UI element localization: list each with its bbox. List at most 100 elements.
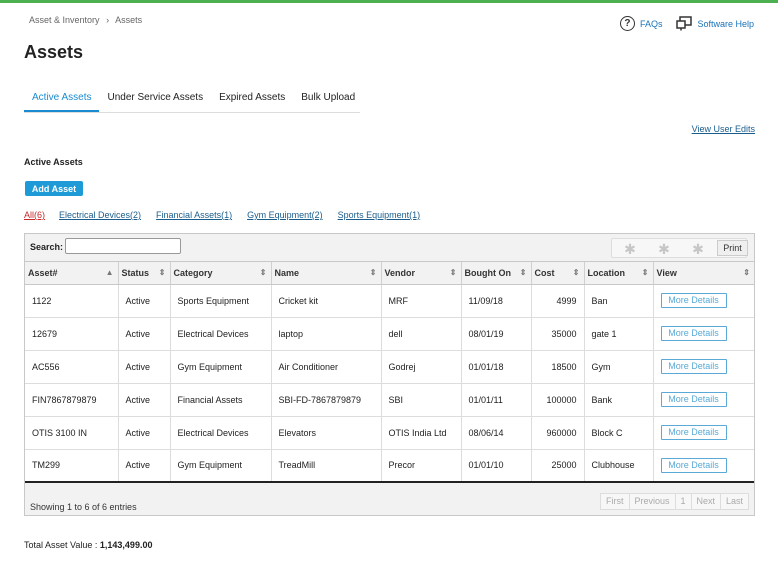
cell-status: Active bbox=[118, 449, 171, 483]
cell-vendor: OTIS India Ltd bbox=[381, 416, 462, 450]
search-input[interactable] bbox=[65, 238, 181, 254]
cell-vendor: SBI bbox=[381, 383, 462, 417]
more-details-button[interactable]: More Details bbox=[660, 359, 727, 374]
column-header-bought-on[interactable]: Bought On ⇕ bbox=[461, 262, 532, 285]
more-details-button[interactable]: More Details bbox=[660, 392, 727, 407]
puzzle-icon[interactable]: ✱ bbox=[656, 242, 672, 256]
total-asset-value: Total Asset Value : 1,143,499.00 bbox=[24, 540, 152, 550]
more-details-button[interactable]: More Details bbox=[660, 326, 727, 341]
search-label: Search: bbox=[30, 242, 64, 252]
cell-cost: 25000 bbox=[531, 449, 585, 483]
cell-view: More Details bbox=[653, 449, 754, 483]
tab-expired-assets[interactable]: Expired Assets bbox=[211, 88, 293, 112]
cell-asset-number: TM299 bbox=[25, 449, 119, 483]
total-value: 1,143,499.00 bbox=[99, 540, 153, 550]
grid-footer: Showing 1 to 6 of 6 entries First Previo… bbox=[25, 490, 754, 515]
software-help-icon bbox=[676, 16, 693, 31]
print-button[interactable]: Print bbox=[717, 240, 748, 256]
column-header-cost[interactable]: Cost ⇕ bbox=[531, 262, 585, 285]
filter-all[interactable]: All(6) bbox=[24, 210, 45, 220]
cell-status: Active bbox=[118, 284, 171, 318]
tab-active-assets[interactable]: Active Assets bbox=[24, 88, 100, 112]
cell-bought-on: 08/01/19 bbox=[461, 317, 532, 351]
faqs-label: FAQs bbox=[639, 18, 663, 29]
cell-location: gate 1 bbox=[584, 317, 654, 351]
cell-view: More Details bbox=[653, 416, 754, 450]
cell-cost: 100000 bbox=[531, 383, 585, 417]
section-title: Active Assets bbox=[24, 157, 83, 167]
column-header-status[interactable]: Status ⇕ bbox=[118, 262, 171, 285]
view-user-edits-link[interactable]: View User Edits bbox=[692, 124, 755, 134]
column-header-view[interactable]: View ⇕ bbox=[653, 262, 754, 285]
column-header-label: Category bbox=[173, 267, 213, 278]
breadcrumb-parent[interactable]: Asset & Inventory bbox=[29, 15, 100, 25]
assets-table: Asset# ▲ Status ⇕ Category ⇕ Name ⇕ Vendor ⇕ Bough… bbox=[25, 262, 754, 483]
table-row: TM299 Active Gym Equipment TreadMill Precor 0… bbox=[25, 449, 754, 483]
cell-vendor: Precor bbox=[381, 449, 462, 483]
cell-location: Block C bbox=[584, 416, 654, 450]
column-header-name[interactable]: Name ⇕ bbox=[271, 262, 382, 285]
cell-bought-on: 01/01/18 bbox=[461, 350, 532, 384]
more-details-button[interactable]: More Details bbox=[660, 457, 727, 473]
filter-electrical-devices[interactable]: Electrical Devices(2) bbox=[59, 210, 141, 220]
sort-ascending-icon: ▲ bbox=[105, 268, 114, 277]
cell-category: Electrical Devices bbox=[170, 416, 272, 450]
cell-view: More Details bbox=[653, 383, 754, 417]
software-help-link[interactable]: Software Help bbox=[676, 16, 754, 31]
cell-location: Ban bbox=[584, 284, 654, 318]
cell-location: Clubhouse bbox=[584, 449, 654, 483]
cell-bought-on: 01/01/11 bbox=[461, 383, 532, 417]
cell-category: Sports Equipment bbox=[170, 284, 272, 318]
table-row: OTIS 3100 IN Active Electrical Devices Elev… bbox=[25, 416, 754, 450]
cell-name: Air Conditioner bbox=[271, 350, 382, 384]
category-filters: All(6) Electrical Devices(2) Financial A… bbox=[24, 210, 435, 220]
pager-last[interactable]: Last bbox=[721, 494, 749, 509]
cell-name: Cricket kit bbox=[271, 284, 382, 318]
pager-first[interactable]: First bbox=[601, 494, 630, 509]
column-header-location[interactable]: Location ⇕ bbox=[584, 262, 654, 285]
tab-bulk-upload[interactable]: Bulk Upload bbox=[293, 88, 363, 112]
column-header-label: Vendor bbox=[384, 267, 416, 278]
entries-info: Showing 1 to 6 of 6 entries bbox=[30, 502, 137, 512]
column-header-label: Location bbox=[587, 267, 626, 278]
sort-icon: ⇕ bbox=[743, 268, 750, 277]
grid-tools: ✱ ✱ ✱ Print bbox=[611, 238, 748, 258]
cell-status: Active bbox=[118, 350, 171, 384]
column-header-label: Cost bbox=[534, 267, 555, 278]
cell-cost: 4999 bbox=[531, 284, 585, 318]
cell-bought-on: 08/06/14 bbox=[461, 416, 532, 450]
sort-icon: ⇕ bbox=[259, 268, 267, 277]
cell-view: More Details bbox=[653, 284, 754, 318]
pager-next[interactable]: Next bbox=[691, 494, 722, 509]
filter-sports-equipment[interactable]: Sports Equipment(1) bbox=[338, 210, 421, 220]
tab-under-service-assets[interactable]: Under Service Assets bbox=[99, 88, 211, 112]
cell-status: Active bbox=[118, 317, 171, 351]
cell-bought-on: 11/09/18 bbox=[461, 284, 532, 318]
filter-gym-equipment[interactable]: Gym Equipment(2) bbox=[247, 210, 323, 220]
pager-previous[interactable]: Previous bbox=[629, 494, 676, 509]
puzzle-icon[interactable]: ✱ bbox=[622, 242, 638, 256]
more-details-button[interactable]: More Details bbox=[660, 293, 727, 308]
assets-grid: Search: ✱ ✱ ✱ Print Asset# ▲ Status ⇕ Catego… bbox=[24, 233, 755, 516]
cell-asset-number: 12679 bbox=[25, 317, 119, 351]
cell-name: laptop bbox=[271, 317, 382, 351]
cell-category: Financial Assets bbox=[170, 383, 272, 417]
pager-page-1[interactable]: 1 bbox=[675, 494, 692, 509]
column-header-label: Asset# bbox=[28, 267, 58, 278]
sort-icon: ⇕ bbox=[519, 268, 527, 277]
column-header-category[interactable]: Category ⇕ bbox=[170, 262, 272, 285]
column-header-vendor[interactable]: Vendor ⇕ bbox=[381, 262, 462, 285]
puzzle-icon[interactable]: ✱ bbox=[690, 242, 706, 256]
cell-name: SBI-FD-7867879879 bbox=[271, 383, 382, 417]
cell-vendor: Godrej bbox=[381, 350, 462, 384]
cell-view: More Details bbox=[653, 350, 754, 384]
cell-category: Gym Equipment bbox=[170, 449, 272, 483]
filter-financial-assets[interactable]: Financial Assets(1) bbox=[156, 210, 232, 220]
column-header-asset-number[interactable]: Asset# ▲ bbox=[25, 262, 119, 285]
sort-icon: ⇕ bbox=[449, 268, 457, 277]
more-details-button[interactable]: More Details bbox=[660, 425, 727, 440]
table-row: 1122 Active Sports Equipment Cricket kit MRF… bbox=[25, 284, 754, 318]
faqs-link[interactable]: ? FAQs bbox=[619, 16, 663, 31]
add-asset-button[interactable]: Add Asset bbox=[25, 181, 83, 196]
sort-icon: ⇕ bbox=[572, 268, 580, 277]
